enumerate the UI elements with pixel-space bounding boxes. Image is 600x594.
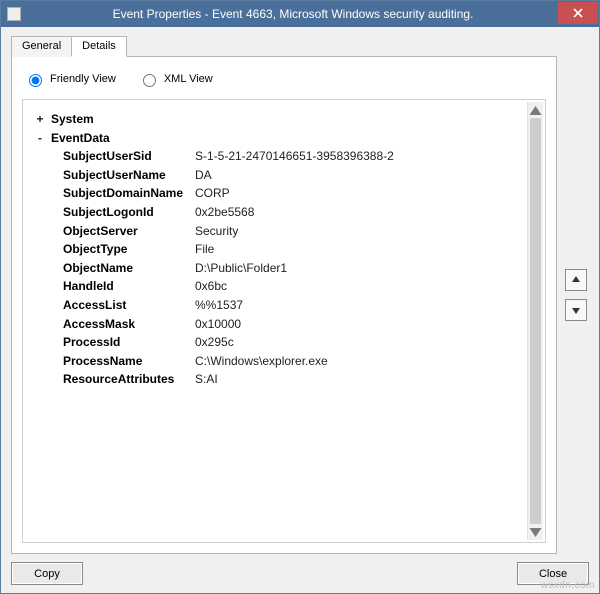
app-icon	[7, 7, 21, 21]
dialog-body: General Details Friendly View XML View	[1, 27, 599, 593]
field-value: C:\Windows\explorer.exe	[195, 352, 328, 371]
friendly-view-input[interactable]	[29, 74, 42, 87]
field-key: AccessMask	[63, 315, 195, 334]
scroll-down-icon[interactable]	[528, 524, 543, 540]
field-value: D:\Public\Folder1	[195, 259, 287, 278]
field-value: S:AI	[195, 370, 218, 389]
field-key: AccessList	[63, 296, 195, 315]
field-key: HandleId	[63, 277, 195, 296]
next-event-button[interactable]	[565, 299, 587, 321]
xml-view-radio[interactable]: XML View	[138, 71, 213, 87]
expand-icon[interactable]: +	[33, 110, 47, 129]
vertical-scrollbar[interactable]	[527, 102, 543, 540]
field-value: CORP	[195, 184, 230, 203]
eventdata-node[interactable]: - EventData	[33, 129, 519, 148]
scroll-up-icon[interactable]	[528, 102, 543, 118]
field-row: AccessList%%1537	[63, 296, 519, 315]
field-value: 0x10000	[195, 315, 241, 334]
scroll-thumb[interactable]	[530, 118, 541, 524]
record-nav-column	[563, 35, 589, 554]
watermark: wsxdn.com	[540, 580, 595, 591]
system-label: System	[51, 110, 94, 129]
xml-view-label: XML View	[164, 73, 213, 85]
system-node[interactable]: + System	[33, 110, 519, 129]
dialog-buttons: Copy Close	[11, 554, 589, 587]
field-value: 0x2be5568	[195, 203, 254, 222]
field-key: ObjectName	[63, 259, 195, 278]
eventdata-fields: SubjectUserSidS-1-5-21-2470146651-395839…	[63, 147, 519, 389]
prev-event-button[interactable]	[565, 269, 587, 291]
field-key: ProcessId	[63, 333, 195, 352]
window-close-button[interactable]	[558, 2, 598, 24]
field-row: SubjectDomainNameCORP	[63, 184, 519, 203]
field-row: AccessMask0x10000	[63, 315, 519, 334]
field-key: SubjectLogonId	[63, 203, 195, 222]
field-key: ObjectType	[63, 240, 195, 259]
tab-strip: General Details	[11, 35, 557, 56]
field-key: ObjectServer	[63, 222, 195, 241]
field-key: SubjectDomainName	[63, 184, 195, 203]
event-properties-window: Event Properties - Event 4663, Microsoft…	[0, 0, 600, 594]
titlebar: Event Properties - Event 4663, Microsoft…	[1, 1, 599, 27]
field-value: %%1537	[195, 296, 243, 315]
friendly-view-label: Friendly View	[50, 73, 116, 85]
field-row: HandleId0x6bc	[63, 277, 519, 296]
field-value: File	[195, 240, 214, 259]
event-details-box: + System - EventData SubjectUserSidS-1-5…	[22, 99, 546, 543]
window-title: Event Properties - Event 4663, Microsoft…	[27, 7, 559, 21]
copy-button[interactable]: Copy	[11, 562, 83, 585]
field-row: SubjectLogonId0x2be5568	[63, 203, 519, 222]
field-row: ResourceAttributesS:AI	[63, 370, 519, 389]
eventdata-label: EventData	[51, 129, 110, 148]
field-row: ObjectNameD:\Public\Folder1	[63, 259, 519, 278]
field-row: ProcessId0x295c	[63, 333, 519, 352]
field-row: ObjectServerSecurity	[63, 222, 519, 241]
field-key: ProcessName	[63, 352, 195, 371]
event-tree: + System - EventData SubjectUserSidS-1-5…	[33, 110, 539, 389]
field-value: 0x295c	[195, 333, 234, 352]
field-value: Security	[195, 222, 238, 241]
collapse-icon[interactable]: -	[33, 129, 47, 148]
field-row: ObjectTypeFile	[63, 240, 519, 259]
tab-details[interactable]: Details	[71, 36, 127, 57]
field-value: S-1-5-21-2470146651-3958396388-2	[195, 147, 394, 166]
field-row: SubjectUserSidS-1-5-21-2470146651-395839…	[63, 147, 519, 166]
details-panel: Friendly View XML View + System	[11, 56, 557, 554]
friendly-view-radio[interactable]: Friendly View	[24, 71, 116, 87]
xml-view-input[interactable]	[143, 74, 156, 87]
field-row: ProcessNameC:\Windows\explorer.exe	[63, 352, 519, 371]
field-key: SubjectUserSid	[63, 147, 195, 166]
close-icon	[573, 8, 583, 18]
field-value: 0x6bc	[195, 277, 227, 296]
field-value: DA	[195, 166, 212, 185]
arrow-down-icon	[571, 305, 581, 315]
arrow-up-icon	[571, 275, 581, 285]
tab-general[interactable]: General	[11, 36, 72, 57]
field-row: SubjectUserNameDA	[63, 166, 519, 185]
field-key: SubjectUserName	[63, 166, 195, 185]
field-key: ResourceAttributes	[63, 370, 195, 389]
view-mode-row: Friendly View XML View	[22, 67, 546, 99]
